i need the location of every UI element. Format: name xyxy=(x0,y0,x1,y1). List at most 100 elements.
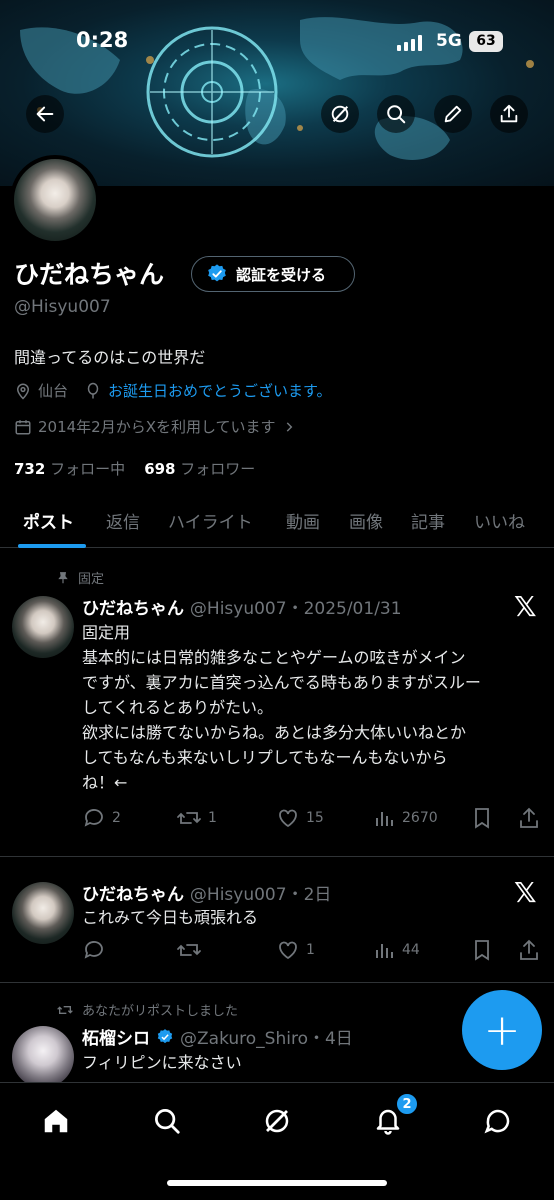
repost-count: 1 xyxy=(208,810,217,826)
repost-icon xyxy=(57,1005,73,1014)
nav-search[interactable] xyxy=(147,1101,187,1141)
share-icon xyxy=(520,939,538,960)
author-handle-date: @Hisyu007・2日 xyxy=(189,885,332,905)
bookmark-icon xyxy=(475,808,489,829)
views-count: 2670 xyxy=(402,810,438,826)
calendar-icon xyxy=(15,419,31,434)
nav-messages[interactable] xyxy=(478,1101,518,1141)
location-icon xyxy=(16,383,30,400)
views-button[interactable]: 2670 xyxy=(374,806,438,830)
divider xyxy=(0,856,554,857)
reply-icon xyxy=(84,809,103,827)
messages-icon xyxy=(484,1109,510,1134)
back-button[interactable] xyxy=(26,95,64,133)
post-avatar[interactable] xyxy=(12,882,74,944)
verified-badge-icon xyxy=(208,264,226,282)
search-button[interactable] xyxy=(377,95,415,133)
like-count: 15 xyxy=(306,810,324,826)
compose-post-button[interactable]: + xyxy=(462,990,542,1070)
profile-tabs: ポスト 返信 ハイライト 動画 画像 記事 いいね xyxy=(0,500,554,548)
author-name: 柘榴シロ xyxy=(82,1029,150,1049)
views-button[interactable]: 44 xyxy=(374,938,420,962)
profile-avatar[interactable] xyxy=(10,155,100,245)
signal-icon xyxy=(397,35,422,51)
edit-button[interactable] xyxy=(434,95,472,133)
tab-highlights[interactable]: ハイライト xyxy=(168,508,253,533)
profile-meta-row: 仙台 お誕生日おめでとうございます。 xyxy=(14,380,332,401)
like-button[interactable]: 15 xyxy=(276,806,324,830)
post-actions: 1 44 xyxy=(82,938,542,962)
joined-row[interactable]: 2014年2月からXを利用しています xyxy=(14,416,296,437)
post-author[interactable]: 柘榴シロ @Zakuro_Shiro・4日 xyxy=(82,1024,353,1049)
notifications-badge: 2 xyxy=(396,1093,418,1115)
home-icon xyxy=(44,1109,68,1133)
bookmark-button[interactable] xyxy=(472,806,492,830)
back-arrow-icon xyxy=(36,106,54,122)
get-verified-button[interactable]: 認証を受ける xyxy=(191,256,355,292)
repost-button[interactable] xyxy=(176,938,202,962)
post-line: 固定用 xyxy=(82,623,131,642)
tab-posts[interactable]: ポスト xyxy=(23,508,74,533)
views-icon xyxy=(376,812,393,826)
post-author[interactable]: ひだねちゃん @Hisyu007・2日 xyxy=(82,880,331,905)
tab-replies[interactable]: 返信 xyxy=(106,508,140,533)
reply-icon xyxy=(84,941,103,959)
post-actions: 2 1 15 2670 xyxy=(82,806,542,830)
x-logo-icon: 𝕏 xyxy=(514,590,537,623)
following-link[interactable]: 732 フォロー中 xyxy=(14,460,125,478)
birthday-link[interactable]: お誕生日おめでとうございます。 xyxy=(108,380,332,401)
pinned-label: 固定 xyxy=(78,572,105,587)
repost-button[interactable]: 1 xyxy=(176,806,217,830)
author-name: ひだねちゃん xyxy=(82,885,184,905)
followers-link[interactable]: 698 フォロワー xyxy=(144,460,255,478)
share-post-button[interactable] xyxy=(518,806,540,830)
bookmark-button[interactable] xyxy=(472,938,492,962)
post-line: ですが、裏アカに首突っ込んでる時もありますがスルー xyxy=(82,673,481,692)
grok-button[interactable] xyxy=(321,95,359,133)
post-line: フィリピンに来なさい xyxy=(82,1053,242,1072)
reply-button[interactable]: 2 xyxy=(82,806,121,830)
post-line: 基本的には日常的雑多なことやゲームの呟きがメイン xyxy=(82,648,466,667)
nav-home[interactable] xyxy=(36,1101,76,1141)
post-text: フィリピンに来なさい xyxy=(82,1050,532,1075)
joined-date: 2014年2月からXを利用しています xyxy=(38,418,276,436)
post-text: 固定用 基本的には日常的雑多なことやゲームの呟きがメイン ですが、裏アカに首突っ… xyxy=(82,620,532,795)
views-icon xyxy=(376,944,393,958)
author-handle-date: @Hisyu007・2025/01/31 xyxy=(189,599,402,619)
repost-icon xyxy=(177,944,201,956)
profile-location: 仙台 xyxy=(38,382,69,400)
balloon-icon xyxy=(87,382,99,398)
post-line: これみて今日も頑張れる xyxy=(82,908,259,927)
divider xyxy=(0,982,554,983)
profile-bio: 間違ってるのはこの世界だ xyxy=(14,348,206,367)
followers-label: フォロワー xyxy=(180,460,256,478)
nav-grok[interactable] xyxy=(257,1101,297,1141)
like-button[interactable]: 1 xyxy=(276,938,315,962)
network-type: 5G xyxy=(436,31,462,51)
views-count: 44 xyxy=(402,942,420,958)
compose-plus-icon: + xyxy=(483,1004,521,1056)
post-author[interactable]: ひだねちゃん @Hisyu007・2025/01/31 xyxy=(82,594,402,619)
like-icon xyxy=(279,941,297,960)
tab-images[interactable]: 画像 xyxy=(349,508,383,533)
tab-videos[interactable]: 動画 xyxy=(286,508,320,533)
search-icon xyxy=(155,1109,180,1134)
post-avatar[interactable] xyxy=(12,1026,74,1088)
status-bar: 0:28 5G 63 xyxy=(0,26,554,60)
pinned-context: 固定 xyxy=(56,568,104,587)
repost-icon xyxy=(177,812,201,824)
reply-count: 2 xyxy=(112,810,121,826)
share-button[interactable] xyxy=(490,95,528,133)
tab-likes[interactable]: いいね xyxy=(474,508,525,533)
post-text: これみて今日も頑張れる xyxy=(82,905,532,930)
tab-articles[interactable]: 記事 xyxy=(411,508,445,533)
active-tab-indicator xyxy=(18,544,86,548)
post-avatar[interactable] xyxy=(12,596,74,658)
share-post-button[interactable] xyxy=(518,938,540,962)
home-indicator xyxy=(167,1180,387,1186)
repost-context-label: あなたがリポストしました xyxy=(82,1004,239,1019)
profile-name: ひだねちゃん xyxy=(14,260,165,289)
reply-button[interactable] xyxy=(82,938,106,962)
followers-count: 698 xyxy=(144,460,176,478)
status-time: 0:28 xyxy=(76,28,129,52)
